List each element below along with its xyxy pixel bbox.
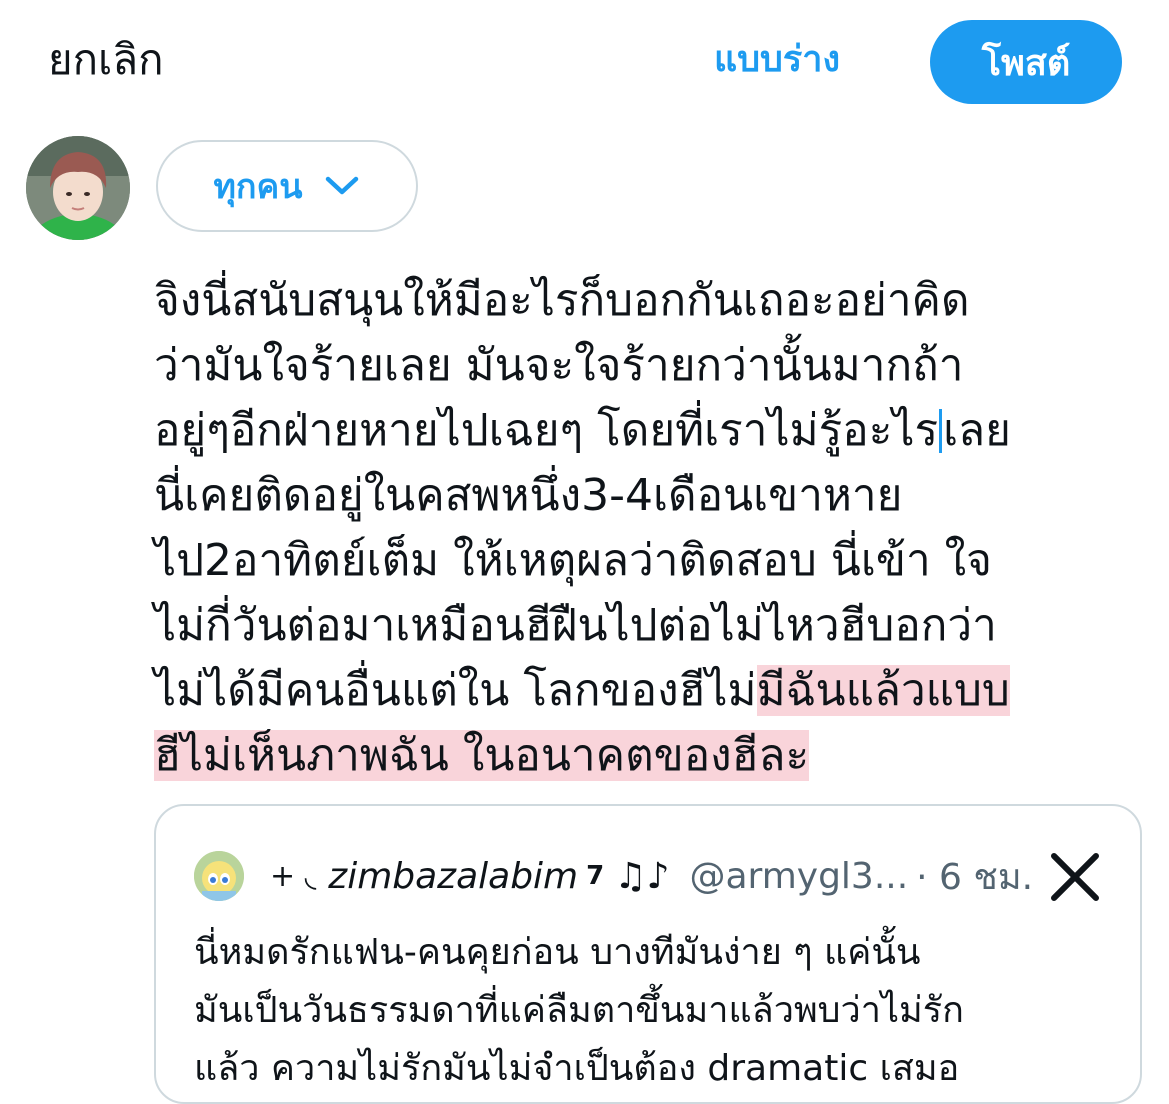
- avatar[interactable]: [26, 136, 130, 240]
- tweet-line: ไป2อาทิตย์เต็ม ให้เหตุผลว่าติดสอบ นี่เข้…: [154, 535, 992, 586]
- tweet-line: ไม่กี่วันต่อมาเหมือนฮีฝืนไปต่อไม่ไหวฮีบอ…: [154, 600, 997, 651]
- quoted-avatar-image: [194, 851, 244, 901]
- quoted-tweet-card[interactable]: + ◟ zimbazalabim 7 ♫♪ @armygl3... · 6 ชม…: [154, 804, 1142, 1104]
- composer-header: ยกเลิก แบบร่าง โพสต์: [0, 0, 1169, 120]
- quoted-line: แล้ว ความไม่รักมันไม่จำเป็นต้อง dramatic…: [194, 1048, 960, 1089]
- tweet-line: ฮีไม่เห็นภาพฉัน ในอนาคตของฮีละ: [154, 723, 1154, 788]
- quoted-line: มันเป็นวันธรรมดาที่แค่ลืมตาขึ้นมาแล้วพบว…: [194, 990, 964, 1031]
- quoted-timestamp: · 6 ชม.: [916, 856, 1034, 898]
- avatar-image: [26, 136, 130, 240]
- tweet-line: จิงนี่สนับสนุนให้มีอะไรก็บอกกันเถอะอย่าค…: [154, 275, 970, 326]
- audience-label: ทุกคน: [213, 167, 303, 207]
- chevron-down-icon: [326, 176, 359, 195]
- tweet-line-part: ไม่ได้มีคนอื่นแต่ใน โลกของฮีไม่: [154, 665, 757, 716]
- quoted-name-badge: 7: [586, 861, 605, 891]
- quoted-display-name: zimbazalabim: [328, 855, 579, 897]
- tweet-line: ไม่ได้มีคนอื่นแต่ใน โลกของฮีไม่มีฉันแล้ว…: [154, 658, 1154, 723]
- quoted-handle: @armygl3...: [689, 855, 909, 897]
- quoted-tweet-header: + ◟ zimbazalabim 7 ♫♪ @armygl3... · 6 ชม…: [194, 844, 1033, 908]
- tweet-line-part: อยู่ๆอีกฝ่ายหายไปเฉยๆ โดยที่เราไม่รู้อะไ…: [154, 405, 939, 456]
- drafts-button[interactable]: แบบร่าง: [714, 32, 840, 88]
- quoted-name-prefix: + ◟: [270, 858, 317, 894]
- tweet-line-part: เลย: [943, 405, 1011, 456]
- quoted-name-emoji: ♫♪: [614, 855, 670, 897]
- tweet-line: ว่ามันใจร้ายเลย มันจะใจร้ายกว่านั้นมากถ้…: [154, 340, 964, 391]
- close-icon: [1051, 853, 1099, 901]
- remove-quote-button[interactable]: [1048, 850, 1102, 904]
- over-limit-highlight: มีฉันแล้วแบบ: [756, 665, 1010, 716]
- audience-selector[interactable]: ทุกคน: [156, 140, 418, 232]
- quoted-avatar: [194, 851, 244, 901]
- tweet-line: นี่เคยติดอยู่ในคสพหนึ่ง3-4เดือนเขาหาย: [154, 470, 903, 521]
- text-cursor: [939, 409, 943, 453]
- over-limit-highlight: ฮีไม่เห็นภาพฉัน ในอนาคตของฮีละ: [154, 730, 810, 781]
- tweet-text-input[interactable]: จิงนี่สนับสนุนให้มีอะไรก็บอกกันเถอะอย่าค…: [154, 268, 1154, 788]
- post-button[interactable]: โพสต์: [930, 20, 1122, 104]
- tweet-line: อยู่ๆอีกฝ่ายหายไปเฉยๆ โดยที่เราไม่รู้อะไ…: [154, 398, 1154, 463]
- cancel-button[interactable]: ยกเลิก: [48, 30, 164, 90]
- quoted-line: นี่หมดรักแฟน-คนคุยก่อน บางทีมันง่าย ๆ แค…: [194, 932, 921, 973]
- quoted-tweet-text: นี่หมดรักแฟน-คนคุยก่อน บางทีมันง่าย ๆ แค…: [194, 924, 1124, 1098]
